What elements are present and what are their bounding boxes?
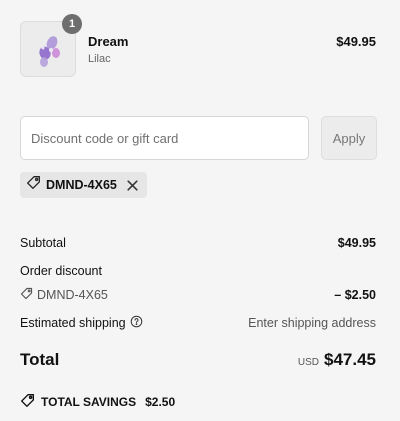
product-name: Dream bbox=[88, 34, 129, 49]
savings-value: $2.50 bbox=[145, 395, 176, 409]
tag-icon bbox=[20, 287, 33, 303]
savings-label: TOTAL SAVINGS bbox=[41, 395, 137, 409]
shipping-row: Estimated shipping Enter shipping addres… bbox=[20, 315, 376, 331]
close-icon[interactable] bbox=[126, 179, 139, 192]
discount-code-label: DMND-4X65 bbox=[37, 288, 108, 302]
applied-discount-chip: DMND-4X65 bbox=[20, 172, 147, 198]
shipping-label: Estimated shipping bbox=[20, 316, 126, 330]
tag-icon bbox=[26, 175, 41, 195]
apply-button[interactable]: Apply bbox=[321, 116, 377, 160]
tag-icon bbox=[20, 393, 35, 411]
product-price: $49.95 bbox=[336, 34, 376, 49]
discount-code-input[interactable] bbox=[20, 116, 309, 160]
product-variant: Lilac bbox=[88, 53, 111, 65]
total-row: Total USD $47.45 bbox=[20, 350, 376, 370]
discount-code-row: DMND-4X65 – $2.50 bbox=[20, 287, 376, 303]
shipping-label-group: Estimated shipping bbox=[20, 315, 143, 331]
line-item: 1 Dream Lilac $49.95 bbox=[20, 14, 376, 77]
applied-code-label: DMND-4X65 bbox=[46, 178, 117, 192]
shipping-value: Enter shipping address bbox=[248, 316, 376, 330]
discount-value: – $2.50 bbox=[334, 288, 376, 302]
discount-code: DMND-4X65 bbox=[20, 287, 108, 303]
help-circle-icon[interactable] bbox=[130, 315, 143, 331]
subtotal-row: Subtotal $49.95 bbox=[20, 236, 376, 250]
order-discount-row: Order discount bbox=[20, 264, 376, 278]
order-discount-label: Order discount bbox=[20, 264, 102, 278]
total-label: Total bbox=[20, 350, 60, 369]
currency-code: USD bbox=[297, 357, 319, 368]
total-amount: $47.45 bbox=[324, 350, 376, 369]
total-savings: TOTAL SAVINGS $2.50 bbox=[20, 393, 175, 411]
subtotal-value: $49.95 bbox=[337, 236, 376, 250]
total-value-group: USD $47.45 bbox=[298, 350, 376, 370]
quantity-badge: 1 bbox=[62, 14, 82, 34]
subtotal-label: Subtotal bbox=[20, 236, 66, 250]
